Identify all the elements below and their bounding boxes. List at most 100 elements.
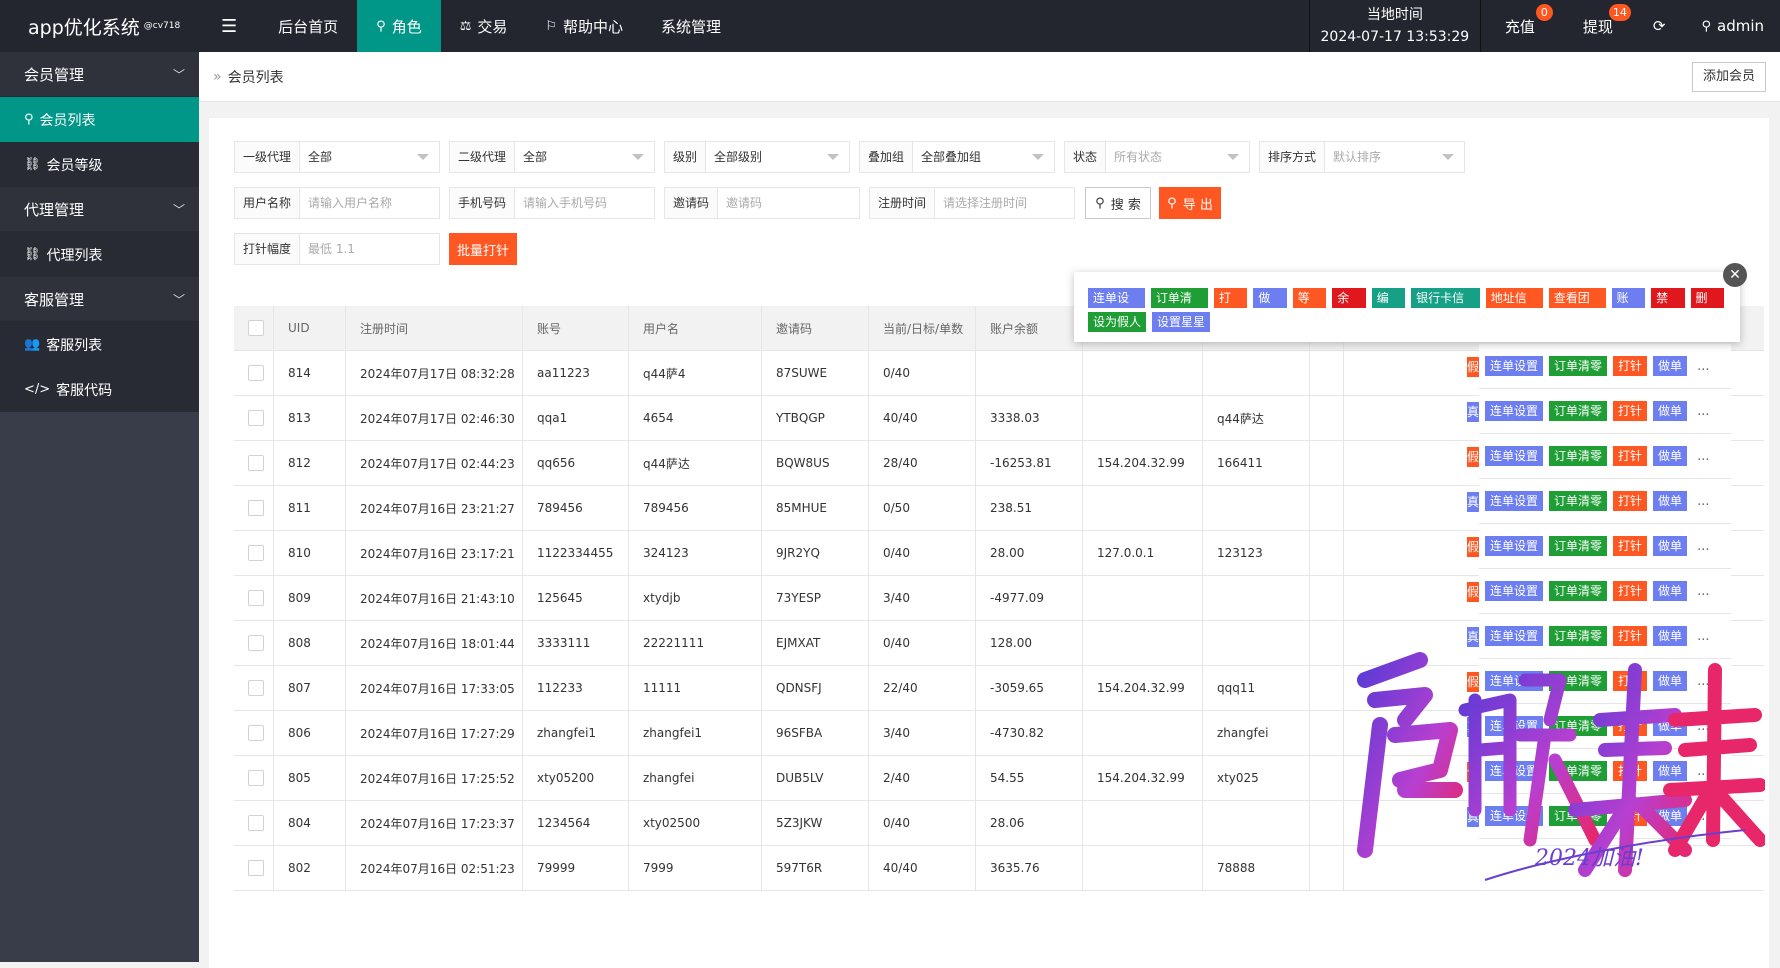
more-icon[interactable]: ... (1697, 494, 1709, 509)
username-field[interactable]: 用户名称 请输入用户名称 (234, 187, 440, 219)
pin-button[interactable]: 打针 (1613, 536, 1648, 556)
refresh-icon[interactable]: ⟳ (1637, 0, 1682, 52)
make-order-button[interactable]: 做单 (1653, 401, 1688, 421)
chain-order-button[interactable]: 连单设置 (1485, 491, 1544, 511)
th-account[interactable]: 账号 (523, 306, 629, 350)
pin-button[interactable]: 打针 (1613, 356, 1648, 376)
popover-ledger-button[interactable]: 账变 (1611, 288, 1646, 325)
user-menu[interactable]: ⚲ admin (1681, 0, 1780, 52)
make-order-button[interactable]: 做单 (1653, 356, 1688, 376)
filter-level1-select[interactable]: 一级代理 全部 (234, 141, 440, 173)
pin-button[interactable]: 打针 (1613, 401, 1648, 421)
row-checkbox[interactable] (248, 680, 264, 696)
pin-range-input[interactable]: 最低 1.1 (300, 234, 439, 264)
make-order-button[interactable]: 做单 (1653, 536, 1688, 556)
make-order-button[interactable]: 做单 (1653, 491, 1688, 511)
row-checkbox[interactable] (248, 455, 264, 471)
sidebar-group-agents[interactable]: 代理管理 ﹀ (0, 187, 199, 232)
th-name[interactable]: 用户名 (629, 306, 762, 350)
row-checkbox[interactable] (248, 410, 264, 426)
sidebar-item-service-list[interactable]: 👥 客服列表 (0, 322, 199, 367)
chain-order-button[interactable]: 连单设置 (1485, 446, 1544, 466)
more-icon[interactable]: ... (1697, 449, 1709, 464)
clear-orders-button[interactable]: 订单清零 (1549, 401, 1608, 421)
more-icon[interactable]: ... (1697, 359, 1709, 374)
row-checkbox[interactable] (248, 545, 264, 561)
pin-button[interactable]: 打针 (1613, 446, 1648, 466)
more-icon[interactable]: ... (1697, 584, 1709, 599)
invite-field[interactable]: 邀请码 邀请码 (664, 187, 860, 219)
nav-home[interactable]: 后台首页 (259, 0, 357, 52)
sidebar-item-agent-list[interactable]: ⛓ 代理列表 (0, 232, 199, 277)
nav-role[interactable]: ⚲ 角色 (357, 0, 441, 52)
popover-set-stars-button[interactable]: 设置星星 (1152, 312, 1211, 332)
filter-sort-select[interactable]: 排序方式 默认排序 (1259, 141, 1465, 173)
close-icon[interactable]: ✕ (1723, 263, 1747, 287)
withdraw-button[interactable]: 提现 14 (1559, 0, 1637, 52)
sidebar-item-member-list[interactable]: ⚲ 会员列表 (0, 97, 199, 142)
filter-grade-select[interactable]: 级别 全部级别 (664, 141, 850, 173)
clear-orders-button[interactable]: 订单清零 (1549, 491, 1608, 511)
menu-toggle-icon[interactable]: ☰ (199, 0, 259, 52)
invite-input[interactable]: 邀请码 (718, 188, 859, 218)
regtime-input[interactable]: 请选择注册时间 (935, 188, 1074, 218)
username-input[interactable]: 请输入用户名称 (300, 188, 439, 218)
popover-view-team-button[interactable]: 查看团队 (1548, 288, 1606, 325)
chain-order-button[interactable]: 连单设置 (1485, 356, 1544, 376)
chain-order-button[interactable]: 连单设置 (1485, 401, 1544, 421)
breadcrumb-current[interactable]: 会员列表 (228, 67, 284, 87)
th-count[interactable]: 当前/日标/单数 (869, 306, 976, 350)
row-checkbox[interactable] (248, 635, 264, 651)
chain-order-button[interactable]: 连单设置 (1485, 581, 1544, 601)
recharge-button[interactable]: 充值 0 (1481, 0, 1559, 52)
clear-orders-button[interactable]: 订单清零 (1549, 581, 1608, 601)
phone-field[interactable]: 手机号码 请输入手机号码 (449, 187, 655, 219)
row-checkbox[interactable] (248, 500, 264, 516)
row-checkbox[interactable] (248, 770, 264, 786)
sidebar-group-members[interactable]: 会员管理 ﹀ (0, 52, 199, 97)
th-code[interactable]: 邀请码 (762, 306, 869, 350)
pin-range-field[interactable]: 打针幅度 最低 1.1 (234, 233, 440, 265)
popover-set-fake-button[interactable]: 设为假人 (1088, 312, 1147, 332)
filter-level2-select[interactable]: 二级代理 全部 (449, 141, 655, 173)
sidebar-item-service-code[interactable]: </> 客服代码 (0, 367, 199, 412)
more-icon[interactable]: ... (1697, 404, 1709, 419)
popover-delete-button[interactable]: 删除 (1690, 288, 1725, 325)
phone-input[interactable]: 请输入手机号码 (515, 188, 654, 218)
filter-status-select[interactable]: 状态 所有状态 (1064, 141, 1250, 173)
th-time[interactable]: 注册时间 (346, 306, 523, 350)
batch-pin-button[interactable]: 批量打针 (449, 233, 517, 265)
sidebar-group-service[interactable]: 客服管理 ﹀ (0, 277, 199, 322)
nav-help[interactable]: ⚐ 帮助中心 (526, 0, 642, 52)
th-balance[interactable]: 账户余额 (976, 306, 1083, 350)
clear-orders-button[interactable]: 订单清零 (1549, 446, 1608, 466)
search-button[interactable]: ⚲ 搜 索 (1085, 187, 1151, 219)
select-all-checkbox[interactable] (248, 320, 264, 336)
clear-orders-button[interactable]: 订单清零 (1549, 536, 1608, 556)
nav-system[interactable]: 系统管理 (642, 0, 740, 52)
row-checkbox[interactable] (248, 590, 264, 606)
export-button[interactable]: ⚲ 导 出 (1159, 187, 1221, 219)
popover-chain-order-button[interactable]: 连单设置 (1088, 288, 1145, 325)
popover-pin-button[interactable]: 打针 (1213, 288, 1248, 325)
clear-orders-button[interactable]: 订单清零 (1549, 356, 1608, 376)
th-uid[interactable]: UID (274, 306, 346, 350)
make-order-button[interactable]: 做单 (1653, 581, 1688, 601)
nav-trade[interactable]: ⚖ 交易 (441, 0, 527, 52)
app-logo[interactable]: app优化系统 @cv718 (0, 0, 199, 52)
popover-balance-button[interactable]: 余额 (1332, 288, 1366, 325)
row-checkbox[interactable] (248, 815, 264, 831)
pin-button[interactable]: 打针 (1613, 491, 1648, 511)
filter-group-select[interactable]: 叠加组 全部叠加组 (859, 141, 1055, 173)
pin-button[interactable]: 打针 (1613, 581, 1648, 601)
popover-clear-orders-button[interactable]: 订单清零 (1150, 288, 1208, 325)
popover-make-order-button[interactable]: 做单 (1253, 288, 1287, 325)
popover-ban-button[interactable]: 禁用 (1651, 288, 1685, 325)
sidebar-item-member-level[interactable]: ⛓ 会员等级 (0, 142, 199, 187)
row-checkbox[interactable] (248, 860, 264, 876)
popover-address-button[interactable]: 地址信息 (1485, 288, 1543, 325)
chain-order-button[interactable]: 连单设置 (1485, 536, 1544, 556)
popover-level-button[interactable]: 等级 (1292, 288, 1327, 325)
row-checkbox[interactable] (248, 365, 264, 381)
make-order-button[interactable]: 做单 (1653, 446, 1688, 466)
